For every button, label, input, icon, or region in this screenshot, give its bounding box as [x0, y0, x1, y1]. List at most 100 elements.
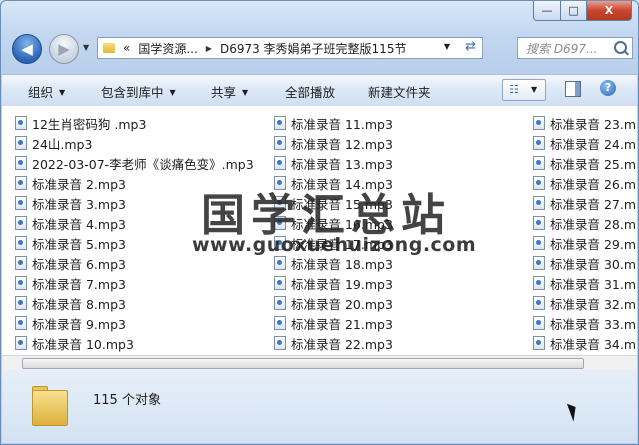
- mp3-file-icon: [15, 256, 27, 270]
- play-all-button[interactable]: 全部播放: [285, 82, 335, 101]
- mp3-file-icon: [15, 176, 27, 190]
- list-item[interactable]: 标准录音 9.mp3: [15, 313, 254, 333]
- refresh-icon[interactable]: ⇄: [465, 39, 476, 54]
- file-name: 标准录音 29.m: [550, 236, 637, 252]
- scrollbar-thumb[interactable]: [22, 358, 584, 369]
- list-item[interactable]: 标准录音 8.mp3: [15, 293, 254, 313]
- breadcrumb-separator-icon[interactable]: ▶: [206, 44, 212, 53]
- list-item[interactable]: 标准录音 33.m: [533, 313, 636, 333]
- search-input[interactable]: 搜索 D697...: [517, 37, 633, 59]
- organize-button[interactable]: 组织 ▼: [28, 82, 65, 101]
- recent-pages-dropdown[interactable]: ▼: [83, 43, 89, 52]
- breadcrumb-overflow[interactable]: «: [123, 41, 130, 55]
- file-name: 标准录音 10.mp3: [32, 336, 134, 352]
- list-item[interactable]: 标准录音 31.m: [533, 273, 636, 293]
- include-in-library-label: 包含到库中: [101, 85, 164, 100]
- list-item[interactable]: 标准录音 22.mp3: [274, 333, 393, 353]
- file-name: 标准录音 3.mp3: [32, 196, 126, 212]
- file-name: 标准录音 30.m: [550, 256, 637, 272]
- list-item[interactable]: 标准录音 29.m: [533, 233, 636, 253]
- include-in-library-button[interactable]: 包含到库中 ▼: [101, 82, 176, 101]
- list-item[interactable]: 标准录音 24.m: [533, 133, 636, 153]
- search-icon[interactable]: [614, 41, 627, 54]
- file-name: 标准录音 31.m: [550, 276, 637, 292]
- file-name: 标准录音 6.mp3: [32, 256, 126, 272]
- chevron-down-icon: ▼: [83, 43, 90, 52]
- file-name: 标准录音 12.mp3: [291, 136, 393, 152]
- forward-button[interactable]: ▶: [49, 34, 79, 64]
- mp3-file-icon: [533, 156, 545, 170]
- list-item[interactable]: 标准录音 13.mp3: [274, 153, 393, 173]
- file-name: 标准录音 11.mp3: [291, 116, 393, 132]
- file-name: 标准录音 26.m: [550, 176, 637, 192]
- command-bar: 组织 ▼ 包含到库中 ▼ 共享 ▼ 全部播放 新建文件夹 ☷ ▼ ?: [2, 74, 637, 107]
- navigation-bar: ◀ ▶ ▼ « 国学资源... ▶ D6973 李秀娟弟子班完整版115节 ▼ …: [9, 34, 633, 64]
- list-item[interactable]: 12生肖密码狗 .mp3: [15, 113, 254, 133]
- preview-pane-icon[interactable]: [565, 81, 581, 97]
- folder-icon: [103, 43, 115, 53]
- list-item[interactable]: 标准录音 21.mp3: [274, 313, 393, 333]
- list-item[interactable]: 标准录音 12.mp3: [274, 133, 393, 153]
- explorer-window: — □ X ◀ ▶ ▼ « 国学资源... ▶ D6973 李秀娟弟子班完整版1…: [0, 0, 639, 445]
- mp3-file-icon: [533, 136, 545, 150]
- list-item[interactable]: 标准录音 26.m: [533, 173, 636, 193]
- maximize-button[interactable]: □: [561, 1, 587, 21]
- list-item[interactable]: 标准录音 20.mp3: [274, 293, 393, 313]
- list-item[interactable]: 标准录音 10.mp3: [15, 333, 254, 353]
- minimize-button[interactable]: —: [533, 1, 561, 21]
- list-item[interactable]: 标准录音 30.m: [533, 253, 636, 273]
- list-item[interactable]: 标准录音 18.mp3: [274, 253, 393, 273]
- change-view-button[interactable]: ☷ ▼: [502, 79, 546, 101]
- file-name: 标准录音 21.mp3: [291, 316, 393, 332]
- mp3-file-icon: [15, 216, 27, 230]
- arrow-left-icon: ◀: [21, 40, 33, 58]
- new-folder-button[interactable]: 新建文件夹: [368, 82, 431, 101]
- mp3-file-icon: [15, 316, 27, 330]
- file-name: 标准录音 18.mp3: [291, 256, 393, 272]
- horizontal-scrollbar[interactable]: [2, 355, 637, 370]
- folder-icon: [32, 384, 68, 426]
- list-item[interactable]: 标准录音 25.m: [533, 153, 636, 173]
- list-item[interactable]: 标准录音 34.m: [533, 333, 636, 353]
- file-name: 标准录音 8.mp3: [32, 296, 126, 312]
- back-button[interactable]: ◀: [12, 34, 42, 64]
- list-item[interactable]: 标准录音 32.m: [533, 293, 636, 313]
- mp3-file-icon: [15, 136, 27, 150]
- list-item[interactable]: 标准录音 23.m: [533, 113, 636, 133]
- mp3-file-icon: [533, 296, 545, 310]
- list-item[interactable]: 2022-03-07-李老师《谈痛色变》.mp3: [15, 153, 254, 173]
- list-item[interactable]: 标准录音 27.m: [533, 193, 636, 213]
- list-item[interactable]: 标准录音 7.mp3: [15, 273, 254, 293]
- mp3-file-icon: [533, 256, 545, 270]
- item-count: 115 个对象: [93, 393, 161, 408]
- mp3-file-icon: [533, 316, 545, 330]
- list-item[interactable]: 标准录音 11.mp3: [274, 113, 393, 133]
- help-icon[interactable]: ?: [600, 80, 616, 96]
- share-button[interactable]: 共享 ▼: [211, 82, 248, 101]
- mouse-cursor-icon: [566, 401, 581, 422]
- share-label: 共享: [211, 85, 237, 100]
- file-name: 标准录音 34.m: [550, 336, 637, 352]
- file-name: 标准录音 27.m: [550, 196, 637, 212]
- address-dropdown-icon[interactable]: ▼: [444, 42, 450, 51]
- close-button[interactable]: X: [587, 1, 632, 21]
- file-name: 标准录音 24.m: [550, 136, 637, 152]
- list-item[interactable]: 24山.mp3: [15, 133, 254, 153]
- breadcrumb-parent[interactable]: 国学资源...: [138, 40, 197, 57]
- list-item[interactable]: 标准录音 6.mp3: [15, 253, 254, 273]
- file-name: 标准录音 2.mp3: [32, 176, 126, 192]
- breadcrumb-current[interactable]: D6973 李秀娟弟子班完整版115节: [220, 40, 407, 57]
- list-item[interactable]: 标准录音 19.mp3: [274, 273, 393, 293]
- mp3-file-icon: [274, 116, 286, 130]
- mp3-file-icon: [274, 336, 286, 350]
- address-bar[interactable]: « 国学资源... ▶ D6973 李秀娟弟子班完整版115节 ▼ ⇄: [97, 37, 483, 59]
- chevron-down-icon: ▼: [531, 85, 538, 94]
- list-item[interactable]: 标准录音 28.m: [533, 213, 636, 233]
- file-name: 标准录音 32.m: [550, 296, 637, 312]
- file-name: 标准录音 5.mp3: [32, 236, 126, 252]
- caption-buttons: — □ X: [533, 1, 632, 21]
- details-pane: 115 个对象: [2, 370, 637, 443]
- file-column-3: 标准录音 23.m 标准录音 24.m 标准录音 25.m 标准录音 26.m …: [533, 113, 636, 353]
- mp3-file-icon: [274, 136, 286, 150]
- mp3-file-icon: [533, 216, 545, 230]
